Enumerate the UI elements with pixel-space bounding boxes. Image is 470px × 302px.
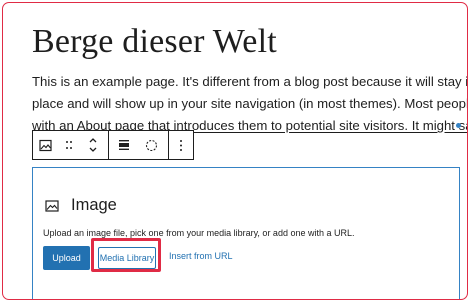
more-options-icon[interactable]	[169, 131, 193, 159]
toolbar-group-block	[33, 131, 108, 159]
move-up-down-icon[interactable]	[81, 131, 105, 159]
image-block-description: Upload an image file, pick one from your…	[43, 228, 355, 238]
upload-button[interactable]: Upload	[43, 246, 90, 270]
image-icon	[45, 199, 59, 213]
image-block-heading: Image	[45, 196, 117, 215]
paragraph-line: place and will show up in your site navi…	[32, 96, 468, 111]
media-library-highlight	[91, 238, 161, 272]
paragraph-line: This is an example page. It's different …	[32, 74, 468, 89]
insert-from-url-button[interactable]: Insert from URL	[169, 251, 233, 261]
cursor-indicator	[456, 123, 461, 128]
toolbar-group-more	[168, 131, 193, 159]
image-block-title: Image	[71, 196, 117, 214]
circle-icon[interactable]	[139, 131, 165, 159]
paragraph-block[interactable]: This is an example page. It's different …	[32, 71, 468, 137]
image-block-placeholder[interactable]: Image Upload an image file, pick one fro…	[32, 167, 460, 299]
align-icon[interactable]	[109, 131, 139, 159]
block-toolbar	[32, 130, 194, 160]
image-icon[interactable]	[33, 131, 57, 159]
drag-handle-icon[interactable]	[57, 131, 81, 159]
page-title[interactable]: Berge dieser Welt	[32, 23, 277, 61]
editor-frame: Berge dieser Welt This is an example pag…	[2, 2, 468, 300]
toolbar-group-align	[107, 131, 168, 159]
